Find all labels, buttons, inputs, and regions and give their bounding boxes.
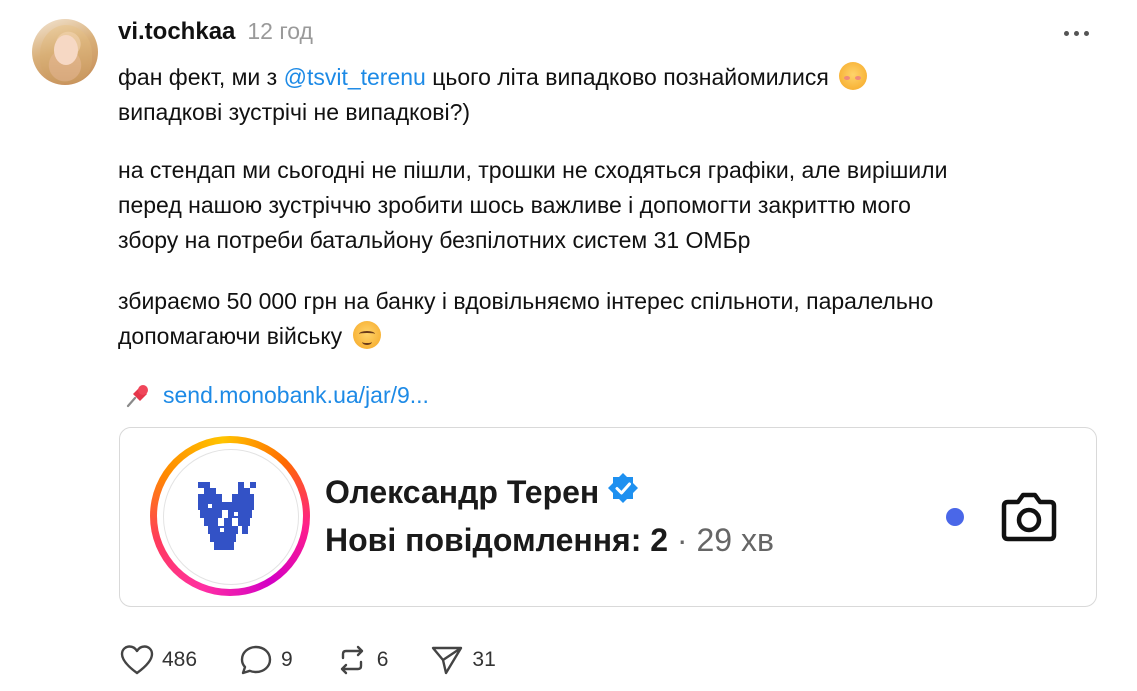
monobank-jar-link[interactable]: send.monobank.ua/jar/9... — [163, 382, 429, 408]
shy-face-emoji — [839, 62, 868, 90]
like-button[interactable]: 486 — [120, 644, 197, 676]
author-username[interactable]: vi.tochkaa — [118, 18, 235, 46]
repost-icon — [335, 644, 369, 676]
post-timestamp: 12 год — [247, 18, 313, 44]
card-message-line: Нові повідомлення: 2 · 29 хв — [325, 522, 774, 558]
send-icon — [430, 644, 464, 676]
pushpin-icon — [122, 381, 152, 411]
repost-button[interactable]: 6 — [335, 644, 389, 676]
profile-logo — [163, 449, 299, 585]
unread-indicator-dot — [946, 508, 964, 526]
post-paragraph-2: на стендап ми сьогодні не пішли, трошки … — [118, 157, 948, 253]
post-paragraph-3: збираємо 50 000 грн на банку і вдовільня… — [118, 288, 934, 349]
reply-count: 9 — [281, 648, 293, 671]
repost-count: 6 — [376, 648, 389, 671]
more-options-icon[interactable] — [1064, 22, 1092, 42]
mention-link[interactable]: @tsvit_terenu — [284, 64, 426, 90]
card-contact-name: Олександр Терен — [325, 472, 639, 512]
story-ring — [150, 436, 310, 596]
jar-link-row: send.monobank.ua/jar/9... — [163, 378, 429, 413]
post-paragraph-1: фан фект, ми з @tsvit_terenu цього літа … — [118, 60, 868, 130]
camera-icon[interactable] — [1000, 490, 1058, 544]
relieved-face-emoji — [352, 321, 381, 349]
verified-badge-icon — [607, 472, 639, 512]
like-count: 486 — [162, 648, 198, 671]
post-actions-bar: 486 9 6 31 — [120, 644, 538, 676]
comment-icon — [239, 644, 273, 676]
author-avatar[interactable] — [32, 19, 98, 85]
share-button[interactable]: 31 — [430, 644, 496, 676]
share-count: 31 — [472, 648, 496, 671]
heart-icon — [120, 644, 154, 676]
notification-screenshot-card[interactable]: Олександр Терен Нові повідомлення: 2 · 2… — [119, 427, 1097, 607]
post-header: vi.tochkaa 12 год — [118, 18, 313, 46]
reply-button[interactable]: 9 — [239, 644, 293, 676]
